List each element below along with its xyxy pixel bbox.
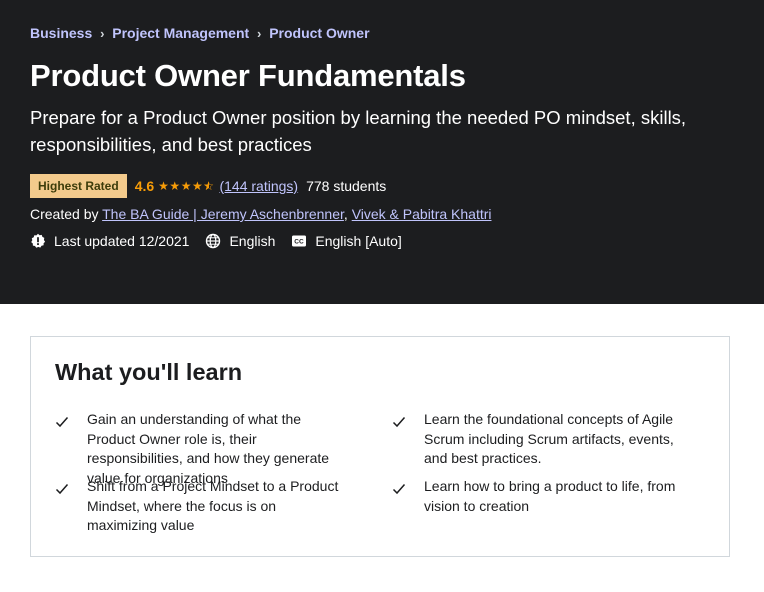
course-subtitle: Prepare for a Product Owner position by … xyxy=(30,107,687,155)
checkmark-icon xyxy=(392,410,424,434)
breadcrumb: Business › Project Management › Product … xyxy=(30,25,370,41)
learn-section-title: What you'll learn xyxy=(55,359,243,385)
students-count: 778 students xyxy=(306,178,387,194)
captions: CC English [Auto] xyxy=(291,233,402,249)
author-link-vivek-pabitra[interactable]: Vivek & Pabitra Khattri xyxy=(352,206,492,222)
star-icon: ★ xyxy=(191,179,204,193)
star-icon: ★ xyxy=(180,179,192,193)
learn-item-text: Shift from a Project Mindset to a Produc… xyxy=(87,478,339,533)
created-by-label: Created by xyxy=(30,206,99,222)
learn-item: Learn how to bring a product to life, fr… xyxy=(392,477,682,516)
star-rating: ★★★★☆★ xyxy=(158,179,214,193)
rating-row: Highest Rated 4.6 ★★★★☆★ (144 ratings) 7… xyxy=(30,174,386,198)
globe-icon xyxy=(206,233,221,249)
learn-item-text: Learn the foundational concepts of Agile… xyxy=(424,411,674,466)
last-updated: Last updated 12/2021 xyxy=(30,233,189,249)
highest-rated-badge: Highest Rated xyxy=(30,174,127,198)
author-link-ba-guide[interactable]: The BA Guide | Jeremy Aschenbrenner xyxy=(102,206,344,222)
course-header: Business › Project Management › Product … xyxy=(0,0,764,304)
checkmark-icon xyxy=(392,477,424,501)
half-star-icon: ☆★ xyxy=(203,179,215,193)
learn-item: Learn the foundational concepts of Agile… xyxy=(392,410,682,469)
created-by: Created by The BA Guide | Jeremy Aschenb… xyxy=(30,206,492,222)
captions-text: English [Auto] xyxy=(315,233,402,249)
chevron-right-icon: › xyxy=(257,25,262,41)
author-separator: , xyxy=(343,206,348,222)
course-meta: Last updated 12/2021 English CC English … xyxy=(30,233,418,249)
breadcrumb-business[interactable]: Business xyxy=(30,25,92,41)
breadcrumb-product-owner[interactable]: Product Owner xyxy=(269,25,369,41)
rating-score: 4.6 xyxy=(134,178,155,194)
chevron-right-icon: › xyxy=(100,25,105,41)
learn-item: Shift from a Project Mindset to a Produc… xyxy=(55,477,345,536)
language-text: English xyxy=(229,233,276,249)
ratings-count-link[interactable]: (144 ratings) xyxy=(219,178,298,194)
svg-text:CC: CC xyxy=(295,239,305,246)
star-icon: ★ xyxy=(169,179,181,193)
closed-captions-icon: CC xyxy=(292,235,307,247)
checkmark-icon xyxy=(55,477,87,501)
language: English xyxy=(205,233,275,249)
star-icon: ★ xyxy=(158,179,170,193)
alert-badge-icon xyxy=(31,233,46,248)
learn-item-text: Learn how to bring a product to life, fr… xyxy=(424,478,676,514)
course-title: Product Owner Fundamentals xyxy=(30,58,466,93)
checkmark-icon xyxy=(55,410,87,434)
what-you-will-learn: What you'll learn Gain an understanding … xyxy=(30,336,730,557)
breadcrumb-project-management[interactable]: Project Management xyxy=(112,25,249,41)
last-updated-text: Last updated 12/2021 xyxy=(54,233,190,249)
